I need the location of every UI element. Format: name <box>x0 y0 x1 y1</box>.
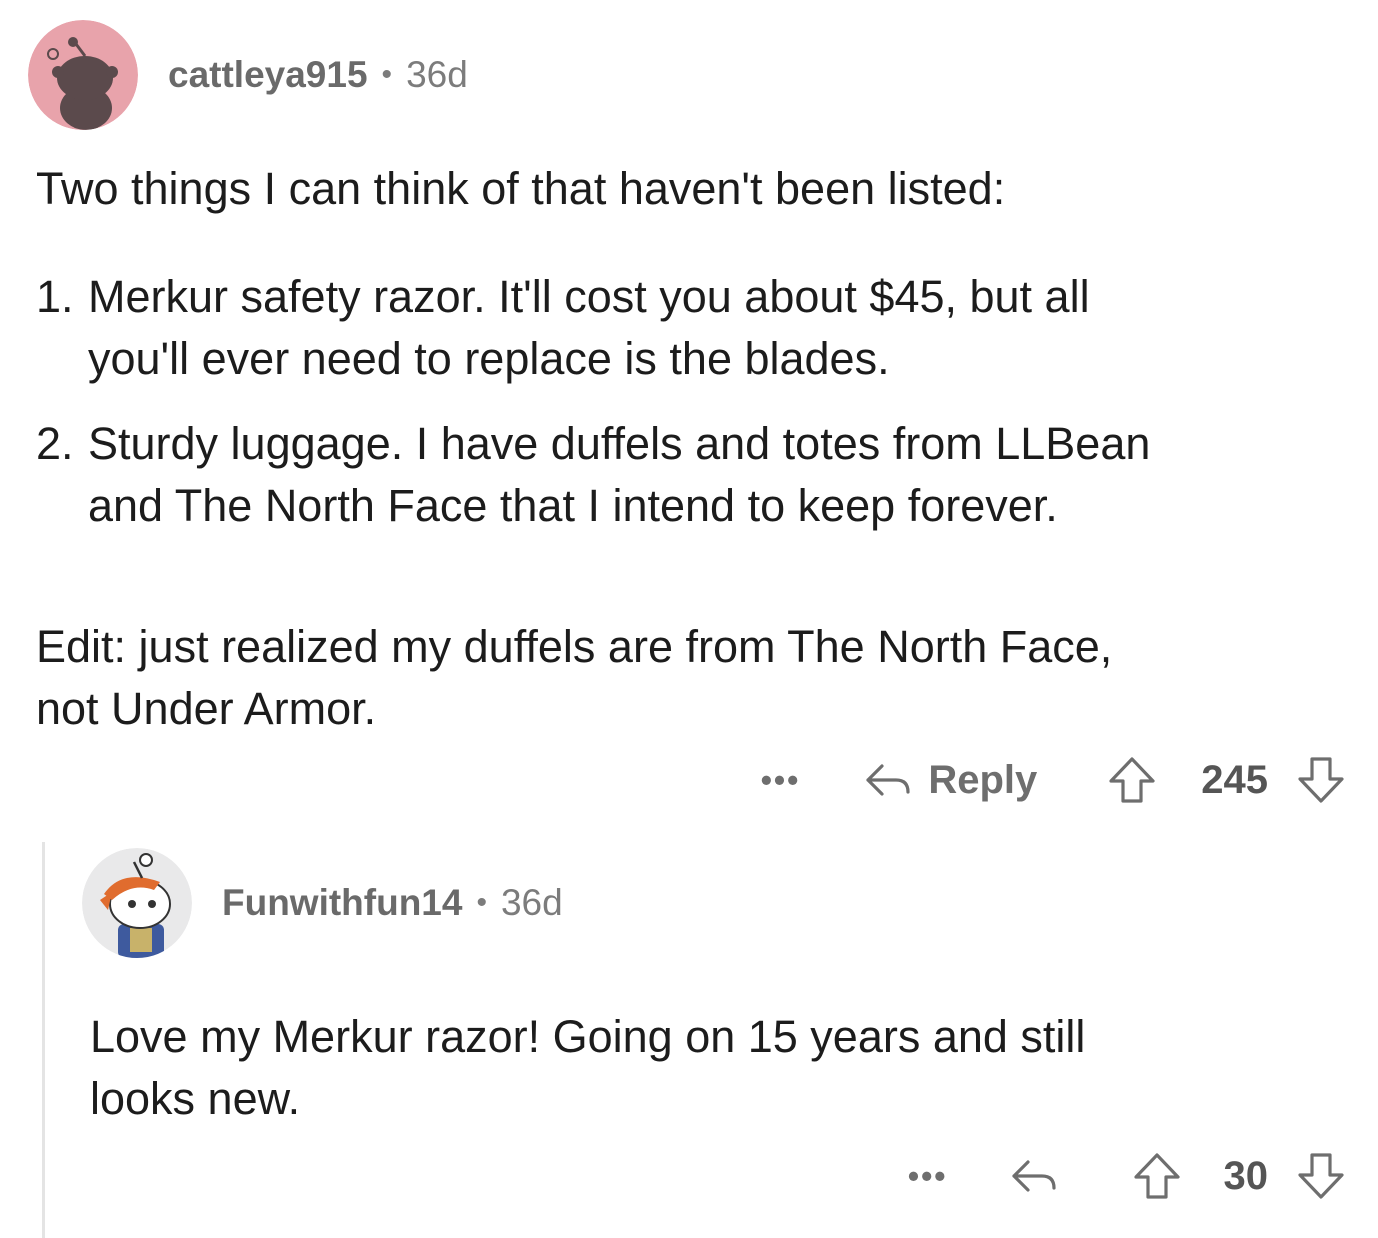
downvote-icon[interactable] <box>1296 1151 1346 1201</box>
list-item-line: and The North Face that I intend to keep… <box>88 480 1058 531</box>
username[interactable]: cattleya915 <box>168 54 368 96</box>
list-item-line: Merkur safety razor. It'll cost you abou… <box>88 271 1090 322</box>
comment-intro: Two things I can think of that haven't b… <box>36 163 1006 214</box>
list-item-line: you'll ever need to replace is the blade… <box>88 333 890 384</box>
upvote-icon[interactable] <box>1107 755 1157 805</box>
snoo-avatar-icon <box>28 20 138 130</box>
snoo-avatar-icon <box>82 848 192 958</box>
comment-line: Love my Merkur razor! Going on 15 years … <box>90 1011 1086 1062</box>
list-item: 2. Sturdy luggage. I have duffels and to… <box>36 413 1356 537</box>
comment-2-body: Love my Merkur razor! Going on 15 years … <box>90 1006 1350 1130</box>
comment-meta: cattleya915 • 36d <box>168 54 468 96</box>
separator-dot: • <box>381 58 393 91</box>
list-number: 2. <box>36 418 74 469</box>
downvote-icon[interactable] <box>1296 755 1346 805</box>
upvote-icon[interactable] <box>1132 1151 1182 1201</box>
comment-2-actions: ••• 30 <box>908 1146 1346 1206</box>
comment-1-header: cattleya915 • 36d <box>28 20 468 130</box>
reply-arrow-icon[interactable] <box>1008 1156 1060 1196</box>
comment-1-body: Two things I can think of that haven't b… <box>36 158 1356 740</box>
thread-line[interactable] <box>42 842 45 1238</box>
comment-meta: Funwithfun14 • 36d <box>222 882 563 924</box>
comment-line: looks new. <box>90 1073 301 1124</box>
reply-arrow-icon <box>862 760 914 800</box>
avatar[interactable] <box>82 848 192 958</box>
comment-age[interactable]: 36d <box>406 54 468 96</box>
edit-line: Edit: just realized my duffels are from … <box>36 621 1113 672</box>
list-item: 1. Merkur safety razor. It'll cost you a… <box>36 266 1356 390</box>
comment-list: 1. Merkur safety razor. It'll cost you a… <box>36 266 1356 537</box>
vote-score: 30 <box>1223 1153 1269 1198</box>
more-options-button[interactable]: ••• <box>908 1158 948 1195</box>
list-item-line: Sturdy luggage. I have duffels and totes… <box>88 418 1151 469</box>
comment-1-actions: ••• Reply 245 <box>761 750 1346 810</box>
reply-button[interactable]: Reply <box>862 758 1037 803</box>
separator-dot: • <box>476 886 487 919</box>
edit-line: not Under Armor. <box>36 683 377 734</box>
reply-label: Reply <box>928 757 1038 802</box>
comment-age[interactable]: 36d <box>501 882 563 924</box>
vote-score: 245 <box>1201 757 1268 802</box>
more-options-button[interactable]: ••• <box>761 762 801 799</box>
username[interactable]: Funwithfun14 <box>222 882 462 924</box>
list-number: 1. <box>36 271 74 322</box>
comment-2-header: Funwithfun14 • 36d <box>82 848 563 958</box>
avatar[interactable] <box>28 20 138 130</box>
